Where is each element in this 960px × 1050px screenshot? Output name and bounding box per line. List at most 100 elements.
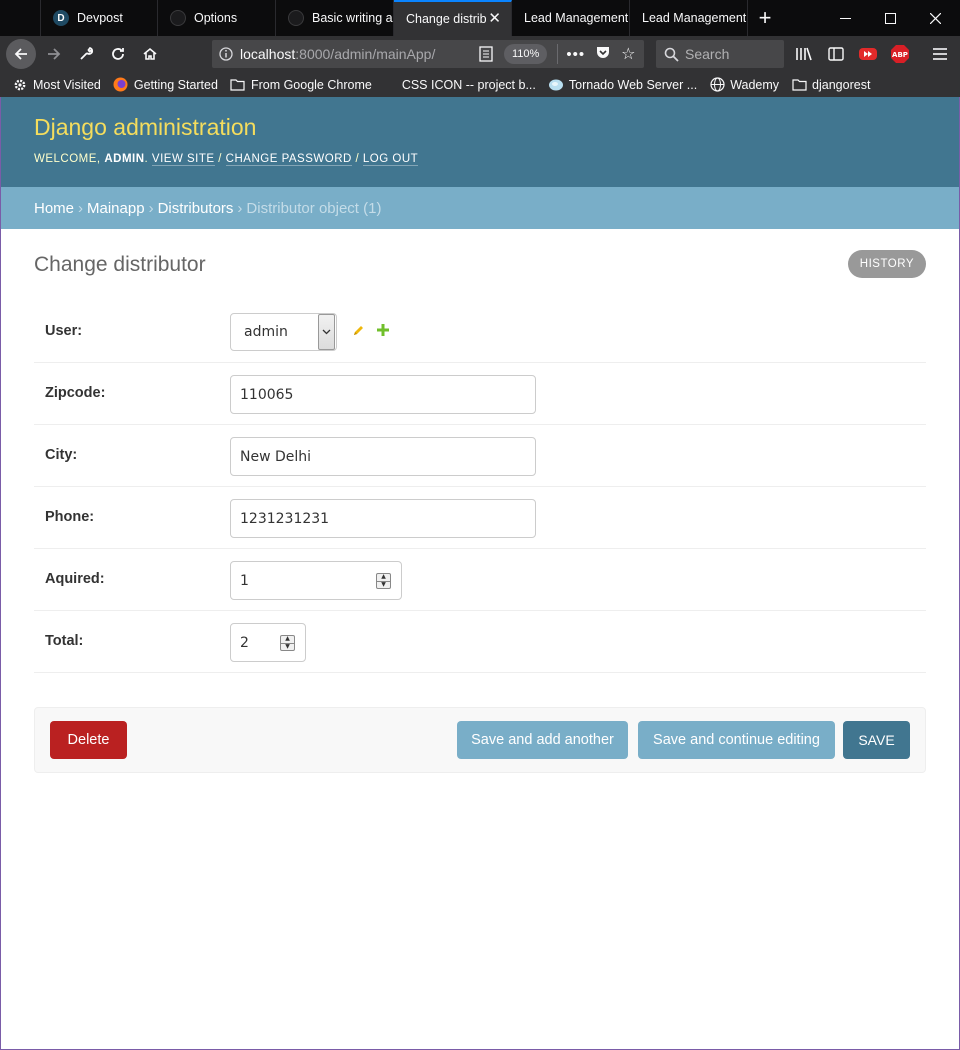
close-tab-icon[interactable]: ✕ [488,11,501,27]
total-label: Total: [45,633,84,649]
delete-button[interactable]: Delete [50,721,127,759]
user-select[interactable]: admin [230,313,337,351]
bookmark-label: From Google Chrome [250,77,372,92]
minimize-icon[interactable] [822,0,868,36]
bookmark-label: djangorest [812,77,871,92]
user-tools: Welcome, admin. View site / Change passw… [34,153,419,166]
bookmark-from-google-chrome[interactable]: From Google Chrome [230,77,372,93]
tab-basic-writing[interactable]: Basic writing a [276,0,394,36]
aquired-stepper[interactable]: ▲ ▼ [376,573,391,589]
reload-icon[interactable] [104,40,132,68]
search-bar[interactable]: Search [656,40,784,68]
form-row-phone: Phone: 1231231231 [34,487,926,549]
bookmarks-toolbar: Most Visited Getting Started From Google… [0,72,960,97]
form-row-user: User: admin [34,301,926,363]
save-and-add-another-button[interactable]: Save and add another [457,721,628,759]
tab-label: Lead Management [524,11,629,25]
tab-change-distributor[interactable]: Change distrib ✕ [394,0,512,36]
bookmark-djangorest[interactable]: djangorest [791,77,870,93]
change-password-link[interactable]: Change password [225,153,352,166]
stepper-down-icon[interactable]: ▼ [281,642,294,651]
maximize-icon[interactable] [867,0,913,36]
tab-lead-management-2[interactable]: Lead Management [630,0,748,36]
save-button[interactable]: Save [843,721,910,759]
username: admin [104,153,145,165]
back-icon[interactable] [6,39,36,69]
adblock-icon[interactable]: ABP [886,40,914,68]
tab-devpost[interactable]: D Devpost [40,0,158,36]
globe-icon [709,77,725,93]
tab-label: Devpost [77,11,123,25]
tab-label: Change distrib [406,12,486,26]
search-placeholder: Search [685,46,730,62]
user-select-value: admin [244,324,288,340]
breadcrumb-model[interactable]: Distributors [158,200,234,217]
admin-header: Django administration Welcome, admin. Vi… [0,97,960,187]
close-window-icon[interactable] [912,0,958,36]
devpost-favicon-icon: D [53,10,69,26]
zipcode-field[interactable]: 110065 [230,375,536,414]
tab-label: Options [194,11,238,25]
submit-row: Delete Save and add another Save and con… [34,707,926,773]
pocket-icon[interactable] [595,44,611,65]
form-row-aquired: Aquired: 1 ▲ ▼ [34,549,926,611]
user-label: User: [45,323,83,339]
history-button[interactable]: History [847,250,926,278]
total-number-input[interactable]: 2 ▲ ▼ [230,623,306,662]
browser-toolbar: localhost:8000/admin/mainApp/ 110% ••• ☆… [0,36,960,72]
bookmark-label: Tornado Web Server ... [568,77,698,92]
bookmark-getting-started[interactable]: Getting Started [113,77,218,93]
info-icon[interactable] [212,47,240,61]
url-bar[interactable]: localhost:8000/admin/mainApp/ 110% ••• ☆ [212,40,644,68]
change-form: User: admin Zipcode: 110065 City: New De… [34,301,926,673]
aquired-number-input[interactable]: 1 ▲ ▼ [230,561,402,600]
bookmark-label: Most Visited [33,77,101,92]
chevron-down-icon[interactable] [318,314,335,350]
tab-label: Basic writing a [312,11,393,25]
bookmark-star-icon[interactable]: ☆ [621,44,635,64]
forward-icon[interactable] [40,40,68,68]
bookmark-css-icon[interactable]: CSS ICON -- project b... [402,78,536,92]
folder-icon [791,77,807,93]
city-label: City: [45,447,78,463]
bookmark-most-visited[interactable]: Most Visited [12,77,101,93]
log-out-link[interactable]: Log out [362,153,419,166]
gear-icon [12,77,28,93]
wrench-icon[interactable] [72,40,100,68]
reader-view-icon[interactable] [476,46,496,62]
sidebar-icon[interactable] [822,40,850,68]
save-and-continue-button[interactable]: Save and continue editing [638,721,835,759]
breadcrumb-separator: › [237,199,243,217]
bookmark-wademy[interactable]: Wademy [709,77,779,93]
menu-icon[interactable] [926,40,954,68]
form-row-total: Total: 2 ▲ ▼ [34,611,926,673]
bookmark-tornado[interactable]: Tornado Web Server ... [548,77,697,93]
zipcode-label: Zipcode: [45,385,106,401]
home-icon[interactable] [136,40,164,68]
new-tab-icon[interactable]: + [748,0,782,36]
city-field[interactable]: New Delhi [230,437,536,476]
change-related-pencil-icon[interactable] [352,324,365,339]
zoom-level-badge[interactable]: 110% [504,44,548,64]
tab-lead-management-1[interactable]: Lead Management [512,0,630,36]
site-branding[interactable]: Django administration [34,114,256,141]
github-favicon-icon [170,10,186,26]
view-site-link[interactable]: View site [151,153,215,166]
folder-icon [230,77,246,93]
breadcrumb-home[interactable]: Home [34,200,74,217]
library-icon[interactable] [790,40,818,68]
phone-field[interactable]: 1231231231 [230,499,536,538]
page-actions-icon[interactable]: ••• [566,46,585,63]
window-border [0,97,1,1050]
tab-options[interactable]: Options [158,0,276,36]
video-extension-icon[interactable] [854,40,882,68]
total-stepper[interactable]: ▲ ▼ [280,635,295,651]
stepper-down-icon[interactable]: ▼ [377,580,390,589]
form-row-city: City: New Delhi [34,425,926,487]
url-text[interactable]: localhost:8000/admin/mainApp/ [240,46,462,62]
add-related-plus-icon[interactable] [377,324,389,338]
github-favicon-icon [288,10,304,26]
search-icon [664,47,679,62]
firefox-icon [113,77,129,93]
breadcrumb-app[interactable]: Mainapp [87,200,145,217]
